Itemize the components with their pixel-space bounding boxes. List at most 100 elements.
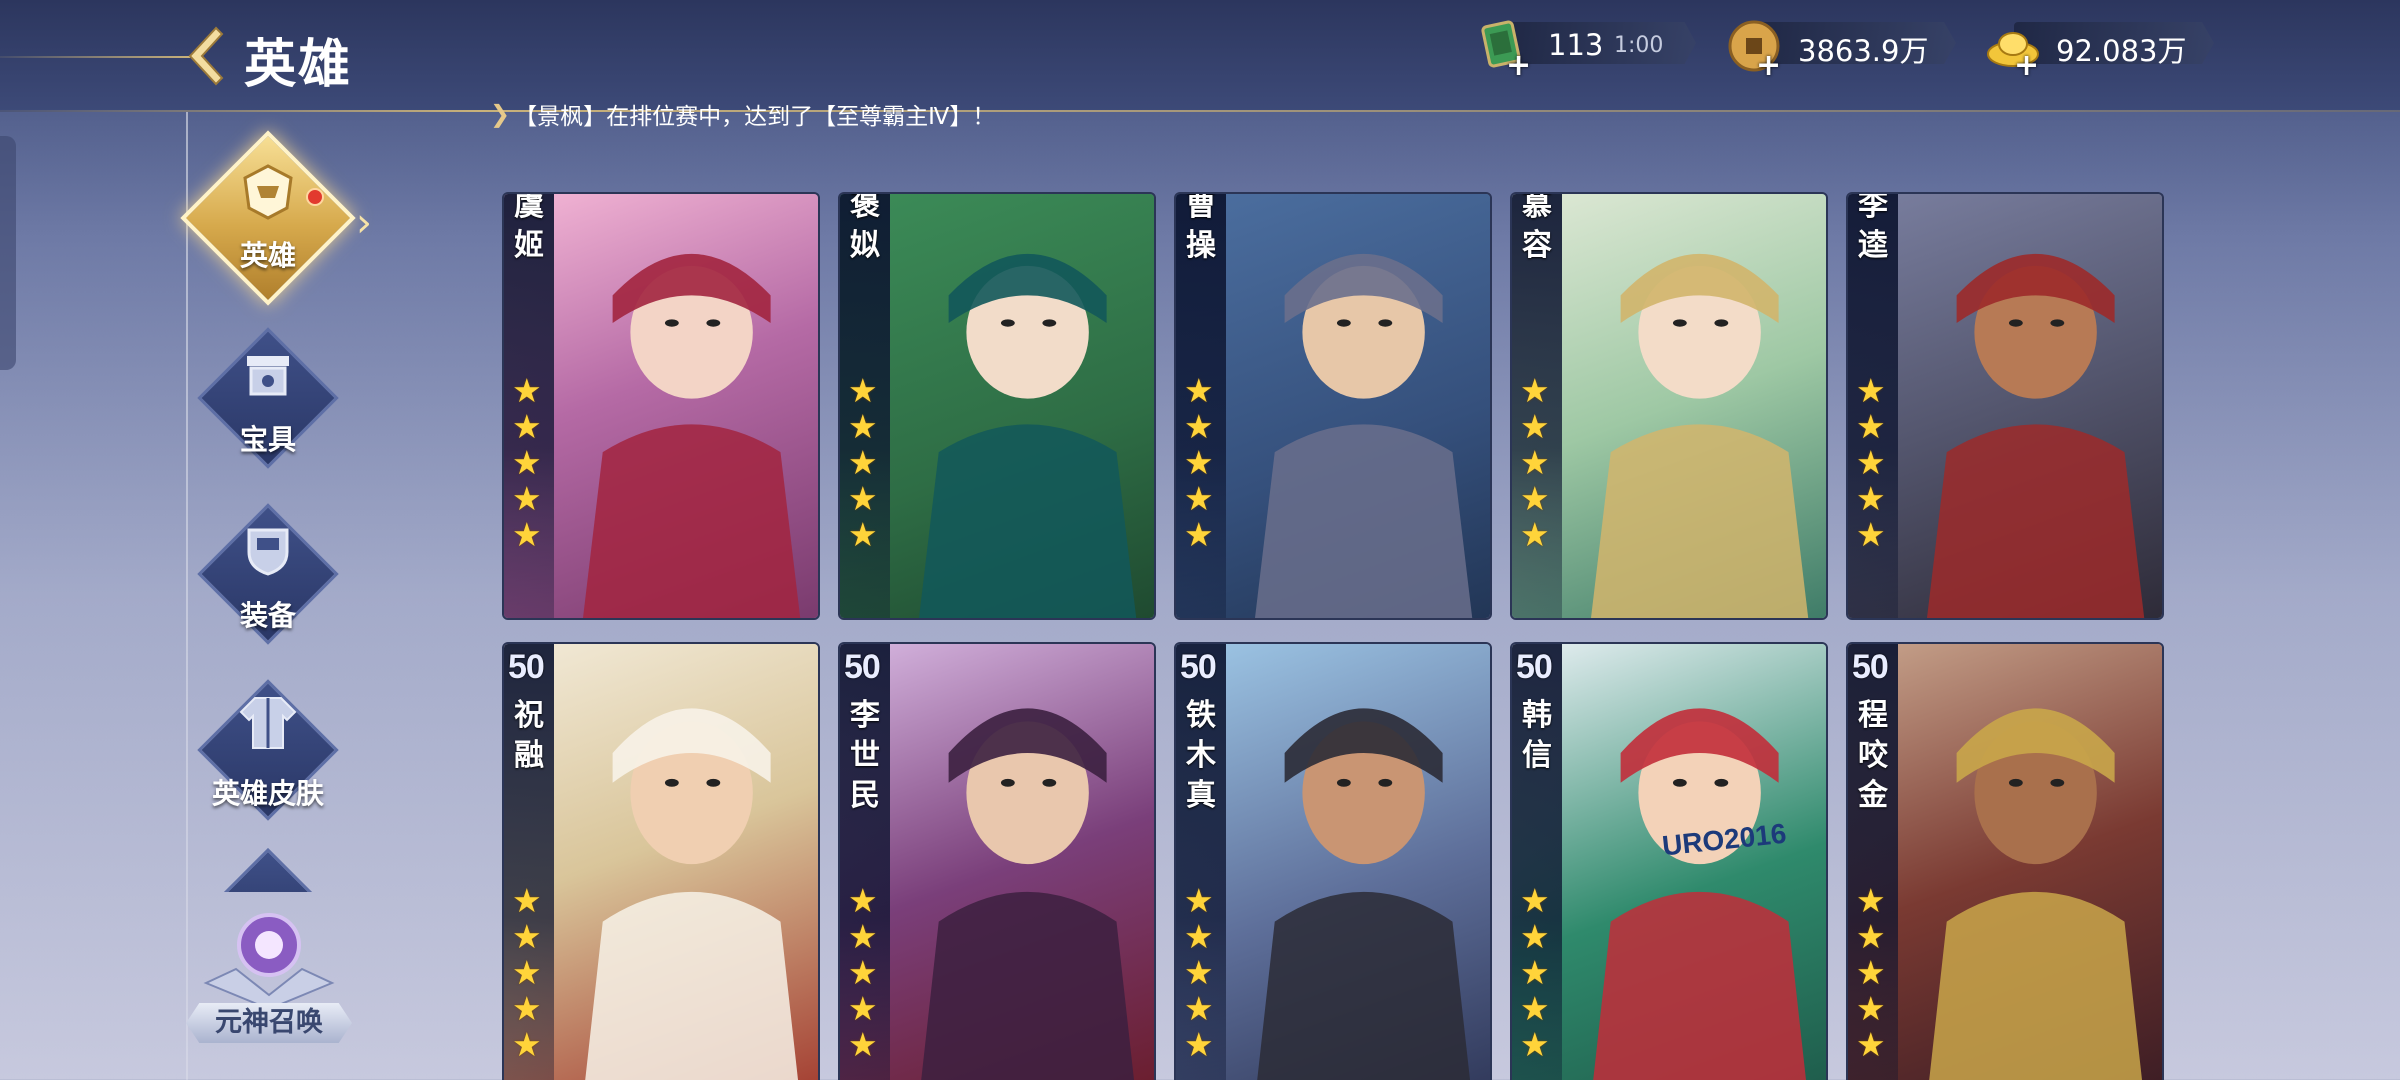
star-rating: ★ ★ ★ ★ ★: [1856, 374, 1890, 552]
summon-button[interactable]: 元神召唤: [176, 905, 362, 1045]
star-icon: ★: [1520, 371, 1550, 410]
star-icon: ★: [1856, 371, 1886, 410]
star-icon: ★: [1520, 917, 1550, 956]
star-icon: ★: [848, 881, 878, 920]
nav-label-hero: 英雄: [239, 239, 296, 272]
hero-card[interactable]: 褒姒 ★ ★ ★ ★ ★: [838, 192, 1156, 620]
summon-orb-icon: [203, 913, 335, 1011]
add-gold-icon[interactable]: +: [2014, 48, 2039, 83]
title-divider: [0, 56, 190, 58]
side-drawer-tab[interactable]: [0, 136, 16, 370]
hero-name: 曹操: [1186, 192, 1216, 263]
star-rating: ★ ★ ★ ★ ★: [848, 884, 882, 1062]
hero-name: 虞姬: [514, 192, 544, 263]
chevron-right-icon: ›: [356, 200, 372, 246]
star-icon: ★: [1184, 479, 1214, 518]
add-copper-icon[interactable]: +: [1756, 48, 1781, 83]
hero-card[interactable]: 李逵 ★ ★ ★ ★ ★: [1846, 192, 2164, 620]
nav-label-equipment: 装备: [239, 599, 296, 632]
star-icon: ★: [1520, 479, 1550, 518]
star-icon: ★: [1184, 371, 1214, 410]
back-arrow-icon[interactable]: [182, 24, 232, 88]
notification-dot: [306, 188, 324, 206]
star-rating: ★ ★ ★ ★ ★: [1184, 884, 1218, 1062]
star-icon: ★: [1184, 881, 1214, 920]
nav-item-equipment[interactable]: 装备: [188, 494, 348, 654]
star-rating: ★ ★ ★ ★ ★: [1856, 884, 1890, 1062]
star-icon: ★: [512, 1025, 542, 1064]
star-icon: ★: [848, 515, 878, 554]
star-icon: ★: [1184, 1025, 1214, 1064]
star-icon: ★: [512, 479, 542, 518]
star-icon: ★: [1856, 953, 1886, 992]
star-rating: ★ ★ ★ ★ ★: [848, 374, 882, 552]
nav-item-partial[interactable]: [218, 846, 318, 892]
hero-card[interactable]: URO2016 50 韩信 ★ ★ ★ ★ ★: [1510, 642, 1828, 1080]
star-icon: ★: [1520, 515, 1550, 554]
robe-icon: [239, 697, 297, 749]
star-icon: ★: [1184, 953, 1214, 992]
ticker-text: 【景枫】在排位赛中，达到了【至尊霸主Ⅳ】！: [514, 104, 996, 130]
nav-item-hero[interactable]: 英雄 ›: [180, 130, 372, 306]
hero-card[interactable]: 50 铁木真 ★ ★ ★ ★ ★: [1174, 642, 1492, 1080]
hero-name: 褒姒: [850, 192, 880, 263]
hero-name: 慕容: [1522, 192, 1552, 263]
resource-gold[interactable]: + 92.083万: [1984, 18, 2214, 83]
star-rating: ★ ★ ★ ★ ★: [1184, 374, 1218, 552]
hero-card[interactable]: 50 程咬金 ★ ★ ★ ★ ★: [1846, 642, 2164, 1080]
hero-level: 50: [844, 648, 881, 686]
star-icon: ★: [512, 515, 542, 554]
star-icon: ★: [512, 881, 542, 920]
resource-copper[interactable]: + 3863.9万: [1726, 18, 1956, 83]
hero-card[interactable]: 慕容 ★ ★ ★ ★ ★: [1510, 192, 1828, 620]
ticker-arrow-icon: ❯: [490, 100, 511, 128]
star-icon: ★: [1184, 407, 1214, 446]
star-icon: ★: [512, 371, 542, 410]
hero-name: 铁木真: [1186, 698, 1216, 813]
star-icon: ★: [1184, 443, 1214, 482]
resource-stamina[interactable]: + 113 1:00: [1476, 18, 1696, 83]
stamina-value: 113: [1548, 28, 1604, 62]
hero-card[interactable]: 50 祝融 ★ ★ ★ ★ ★: [502, 642, 820, 1080]
star-rating: ★ ★ ★ ★ ★: [512, 884, 546, 1062]
star-icon: ★: [1856, 407, 1886, 446]
star-rating: ★ ★ ★ ★ ★: [512, 374, 546, 552]
star-icon: ★: [1520, 881, 1550, 920]
nav-item-treasure[interactable]: 宝具: [188, 318, 348, 478]
hero-card[interactable]: 虞姬 ★ ★ ★ ★ ★: [502, 192, 820, 620]
star-icon: ★: [1184, 989, 1214, 1028]
treasure-icon: [247, 356, 289, 396]
star-icon: ★: [848, 371, 878, 410]
star-icon: ★: [848, 917, 878, 956]
summon-label: 元神召唤: [186, 1003, 352, 1043]
hero-level: 50: [1516, 648, 1553, 686]
star-icon: ★: [848, 443, 878, 482]
ticker-divider: [0, 110, 2400, 112]
add-stamina-icon[interactable]: +: [1506, 48, 1531, 83]
star-icon: ★: [512, 407, 542, 446]
hero-name: 韩信: [1522, 698, 1552, 773]
star-icon: ★: [848, 953, 878, 992]
star-icon: ★: [848, 989, 878, 1028]
star-icon: ★: [512, 917, 542, 956]
star-icon: ★: [1856, 515, 1886, 554]
star-icon: ★: [1520, 953, 1550, 992]
star-icon: ★: [1856, 443, 1886, 482]
star-icon: ★: [512, 443, 542, 482]
stamina-timer: 1:00: [1614, 33, 1664, 58]
star-icon: ★: [1520, 989, 1550, 1028]
hero-card[interactable]: 曹操 ★ ★ ★ ★ ★: [1174, 192, 1492, 620]
star-icon: ★: [1856, 989, 1886, 1028]
nav-item-skin[interactable]: 英雄皮肤: [188, 670, 348, 830]
hero-helmet-icon: [243, 164, 293, 220]
star-icon: ★: [1520, 443, 1550, 482]
star-icon: ★: [1856, 479, 1886, 518]
hero-name: 程咬金: [1858, 698, 1888, 813]
hero-level: 50: [1180, 648, 1217, 686]
star-icon: ★: [512, 989, 542, 1028]
star-icon: ★: [512, 953, 542, 992]
announcement-ticker: ❯ 【景枫】在排位赛中，达到了【至尊霸主Ⅳ】！: [490, 96, 995, 132]
star-rating: ★ ★ ★ ★ ★: [1520, 884, 1554, 1062]
hero-card[interactable]: 50 李世民 ★ ★ ★ ★ ★: [838, 642, 1156, 1080]
nav-label-skin: 英雄皮肤: [211, 777, 324, 810]
